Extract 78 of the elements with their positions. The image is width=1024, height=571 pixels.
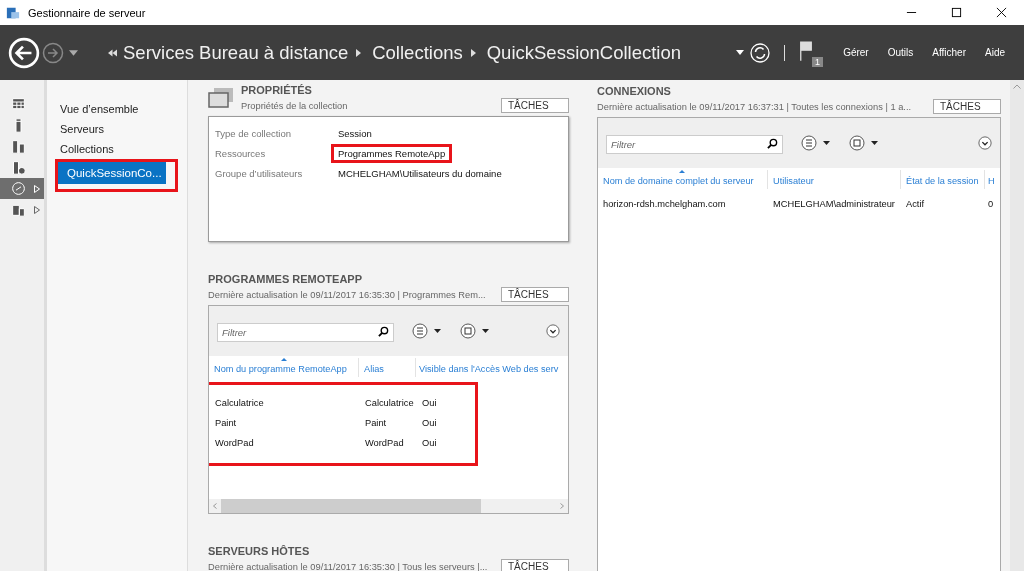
menu-item[interactable]: Aide [985,47,1005,58]
property-label: Groupe d’utilisateurs [215,167,304,179]
dashboard-icon [11,97,26,112]
property-value: Programmes RemoteApp [334,146,450,160]
caret-icon[interactable] [736,50,745,55]
breadcrumb-item[interactable]: Collections [372,41,463,64]
list-options-icon[interactable] [801,135,831,151]
tasks-button[interactable]: TÂCHES [501,98,569,113]
table-cell-text: Oui [421,418,438,428]
table-cell-text: horizon-rdsh.mchelgham.com [602,199,727,209]
window-title: Gestionnaire de serveur [28,6,146,19]
expand-icon[interactable] [34,205,40,214]
menu-item[interactable]: Outils [887,47,914,58]
nav-item[interactable]: Vue d’ensemble [59,99,139,119]
column-header[interactable]: État de la session [901,170,985,189]
column-header[interactable]: Nom de domaine complet du serveur [598,170,768,189]
separator-icon [356,48,362,57]
double-arrow-icon [108,48,117,57]
nav-item[interactable]: Collections [59,139,114,159]
table-cell-text: Actif [905,199,926,209]
servers-icon [11,139,26,154]
property-value: MCHELGHAM\Utilisateurs du domaine [338,167,502,179]
properties-icon [208,87,234,109]
back-icon[interactable] [8,36,40,69]
filter-field[interactable]: Filtrer [606,134,783,154]
column-header[interactable]: Utilisateur [768,170,901,189]
table-cell-text: WordPad [364,438,405,448]
list-options-icon[interactable] [412,323,442,339]
nav-item[interactable]: Serveurs [59,119,105,139]
app-icon [6,5,20,20]
menu-item[interactable]: Afficher [932,47,966,58]
rail-item[interactable] [0,178,44,199]
tasks-button[interactable]: TÂCHES [501,559,569,571]
table-cell-text: Oui [421,398,438,408]
table-cell-text: Paint [214,418,238,428]
breadcrumb-item[interactable]: QuickSessionCollection [486,41,682,64]
expand-icon[interactable] [546,324,560,338]
section-title: PROGRAMMES REMOTEAPP [208,273,363,285]
notification-flag[interactable]: 1 [799,40,822,65]
section-subtitle: Dernière actualisation le 09/11/2017 16:35:30 | Programmes Rem... [208,289,486,300]
expand-icon[interactable] [978,136,992,150]
search-icon [767,137,778,149]
column-header[interactable]: Visible dans l'Accès Web des serv [416,358,566,377]
filter-field[interactable]: Filtrer [217,322,394,342]
property-label: Type de collection [215,127,293,139]
nav-item[interactable]: QuickSessionCo... [58,162,166,184]
forward-icon[interactable] [42,41,64,64]
separator-icon [470,48,476,57]
table-cell-text: 0 [987,199,995,209]
table-cell-text: Calculatrice [364,398,415,408]
search-icon [378,325,389,337]
column-header[interactable]: Alias [359,358,416,377]
property-label: Ressources [215,147,267,159]
section-title: CONNEXIONS [597,85,672,97]
section-title: PROPRIÉTÉS [241,84,313,96]
sort-icon [280,358,287,361]
save-options-icon[interactable] [849,135,879,151]
tasks-button[interactable]: TÂCHES [501,287,569,302]
table-cell-text: Calculatrice [214,398,265,408]
section-subtitle: Dernière actualisation le 09/11/2017 16:35:30 | Tous les serveurs |... [208,561,488,571]
caret-icon[interactable] [69,49,78,56]
table-cell-text: WordPad [214,438,255,448]
table-cell-text: Oui [421,438,438,448]
section-title: SERVEURS HÔTES [208,545,311,557]
table-cell-text: MCHELGHAM\administrateur [772,199,896,209]
vertical-scrollbar[interactable] [1010,80,1024,571]
refresh-icon[interactable] [750,42,771,63]
column-header[interactable]: H [985,170,997,189]
column-header[interactable]: Nom du programme RemoteApp [209,358,359,377]
tasks-button[interactable]: TÂCHES [933,99,1001,114]
save-options-icon[interactable] [460,323,490,339]
property-value: Session [338,127,372,139]
menu-item[interactable]: Gérer [843,47,869,58]
section-subtitle: Dernière actualisation le 09/11/2017 16:37:31 | Toutes les connexions | 1 a... [597,101,912,112]
table-cell-text: Paint [364,418,388,428]
section-subtitle: Propriétés de la collection [241,100,348,111]
sort-icon [679,170,686,173]
breadcrumb-item[interactable]: Services Bureau à distance [123,41,349,64]
